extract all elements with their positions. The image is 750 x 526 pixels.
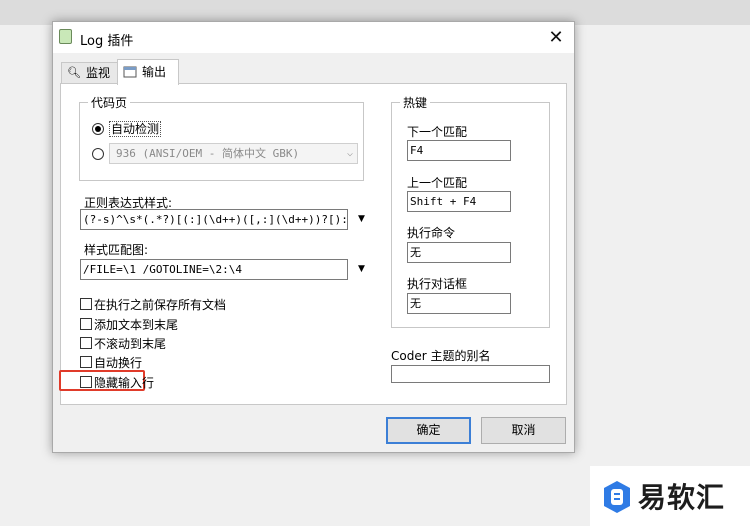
codepage-group: 代码页 自动检测 936 (ANSI/OEM - 简体中文 GBK) ⌵	[79, 94, 364, 181]
magnifier-icon: 🔍︎	[67, 66, 81, 79]
ok-button[interactable]: 确定	[386, 417, 471, 444]
notepad-icon	[59, 29, 72, 44]
prev-match-label: 上一个匹配	[407, 176, 468, 190]
next-match-input[interactable]: F4	[407, 140, 511, 161]
watermark: 易软汇	[590, 466, 750, 526]
append-text-label: 添加文本到末尾	[94, 318, 179, 332]
codepage-dropdown: 936 (ANSI/OEM - 简体中文 GBK) ⌵	[109, 143, 358, 164]
coder-alias-input[interactable]	[391, 365, 550, 383]
style-map-input[interactable]: /FILE=\1 /GOTOLINE=\2:\4	[80, 259, 348, 280]
style-map-label: 样式匹配图:	[84, 243, 149, 257]
save-before-exec-label: 在执行之前保存所有文档	[94, 298, 227, 312]
append-text-checkbox[interactable]	[80, 318, 92, 330]
manual-codepage-radio[interactable]	[92, 148, 104, 160]
output-tab-panel: 代码页 自动检测 936 (ANSI/OEM - 简体中文 GBK) ⌵ 正则表…	[59, 83, 567, 405]
next-match-label: 下一个匹配	[407, 125, 468, 139]
word-wrap-label: 自动换行	[94, 356, 143, 370]
tab-monitor-label: 监视	[86, 66, 111, 80]
auto-detect-label[interactable]: 自动检测	[109, 121, 162, 137]
regex-input[interactable]: (?-s)^\s*(.*?)[(:](\d++)([,:](\d++))?[):…	[80, 209, 348, 230]
exec-command-label: 执行命令	[407, 226, 456, 240]
hotkeys-group: 热键 下一个匹配 F4 上一个匹配 Shift + F4 执行命令 无 执行对话…	[391, 94, 550, 328]
watermark-text: 易软汇	[638, 481, 726, 514]
word-wrap-checkbox[interactable]	[80, 356, 92, 368]
no-scroll-checkbox[interactable]	[80, 337, 92, 349]
tab-output-label: 输出	[142, 65, 167, 79]
exec-dialog-input[interactable]: 无	[407, 293, 511, 314]
tab-output[interactable]: 输出	[117, 59, 179, 85]
chevron-down-icon: ⌵	[346, 148, 353, 159]
regex-dropdown-arrow-icon[interactable]: ▼	[358, 214, 365, 224]
log-plugin-dialog: Log 插件 ✕ 🔍︎ 监视 输出 代码页 自动检测 936 (ANSI/OEM…	[52, 21, 575, 453]
codepage-dropdown-value: 936 (ANSI/OEM - 简体中文 GBK)	[116, 147, 300, 160]
hide-input-line-label: 隐藏输入行	[94, 376, 155, 390]
auto-detect-radio[interactable]	[92, 123, 104, 135]
watermark-logo-icon	[604, 481, 630, 513]
window-title: Log 插件	[80, 34, 134, 49]
output-window-icon	[123, 65, 137, 79]
cancel-button[interactable]: 取消	[481, 417, 566, 444]
hotkeys-group-title: 热键	[400, 94, 431, 111]
title-bar: Log 插件 ✕	[53, 22, 574, 53]
tab-monitor[interactable]: 🔍︎ 监视	[61, 62, 118, 84]
prev-match-input[interactable]: Shift + F4	[407, 191, 511, 212]
exec-command-input[interactable]: 无	[407, 242, 511, 263]
coder-alias-label: Coder 主题的别名	[391, 349, 491, 363]
close-button[interactable]: ✕	[538, 22, 574, 53]
codepage-group-title: 代码页	[88, 94, 131, 111]
style-map-dropdown-arrow-icon[interactable]: ▼	[358, 264, 365, 274]
exec-dialog-label: 执行对话框	[407, 277, 468, 291]
save-before-exec-checkbox[interactable]	[80, 298, 92, 310]
hide-input-line-checkbox[interactable]	[80, 376, 92, 388]
no-scroll-label: 不滚动到末尾	[94, 337, 167, 351]
